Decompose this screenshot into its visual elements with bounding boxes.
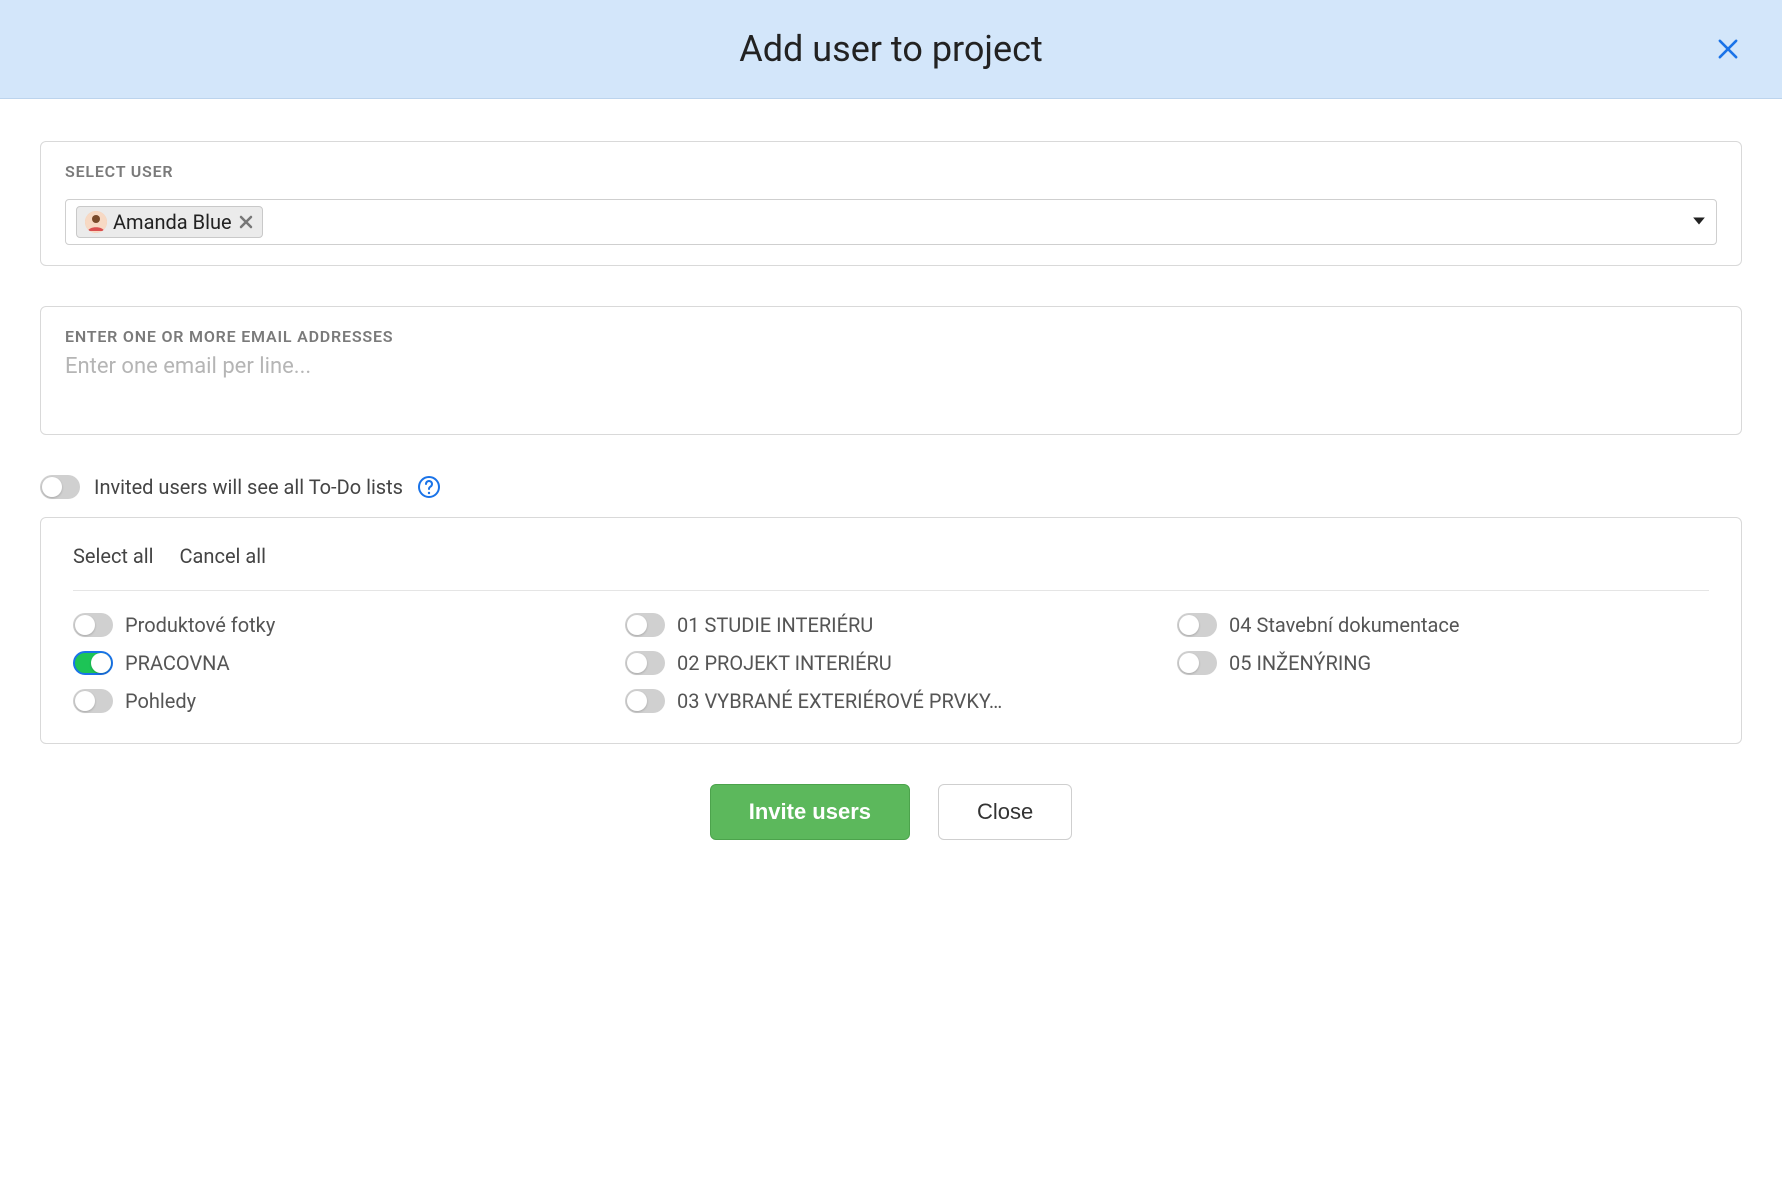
list-item-label: 03 VYBRANÉ EXTERIÉROVÉ PRVKY… [677, 689, 1002, 713]
list-item: 01 STUDIE INTERIÉRU [625, 613, 1157, 637]
close-button[interactable]: Close [938, 784, 1072, 840]
email-textarea[interactable] [65, 354, 1717, 410]
list-item-label: 02 PROJEKT INTERIÉRU [677, 651, 892, 675]
list-item-label: PRACOVNA [125, 651, 230, 675]
select-user-input[interactable]: Amanda Blue [65, 199, 1717, 245]
list-item-label: 05 INŽENÝRING [1229, 651, 1371, 675]
user-chip-name: Amanda Blue [113, 210, 232, 234]
visibility-toggle-row: Invited users will see all To-Do lists [40, 475, 1742, 499]
list-item-label: 01 STUDIE INTERIÉRU [677, 613, 873, 637]
list-item: 05 INŽENÝRING [1177, 651, 1709, 675]
avatar [85, 211, 107, 233]
chevron-down-icon[interactable] [1692, 213, 1706, 232]
select-user-panel: SELECT USER Amanda Blue [40, 141, 1742, 266]
select-all-button[interactable]: Select all [73, 544, 154, 568]
list-item-toggle[interactable] [625, 613, 665, 637]
lists-actions: Select all Cancel all [73, 544, 1709, 591]
list-item-label: Pohledy [125, 689, 196, 713]
list-item-toggle[interactable] [73, 651, 113, 675]
list-item-toggle[interactable] [625, 689, 665, 713]
lists-panel: Select all Cancel all Produktové fotky 01… [40, 517, 1742, 744]
visibility-toggle[interactable] [40, 475, 80, 499]
invite-users-button[interactable]: Invite users [710, 784, 910, 840]
list-item: 03 VYBRANÉ EXTERIÉROVÉ PRVKY… [625, 689, 1157, 713]
list-item-label: 04 Stavební dokumentace [1229, 613, 1459, 637]
modal-header: Add user to project [0, 0, 1782, 99]
list-item: Pohledy [73, 689, 605, 713]
visibility-toggle-label: Invited users will see all To-Do lists [94, 475, 403, 499]
list-item-toggle[interactable] [625, 651, 665, 675]
add-user-modal: Add user to project SELECT USER [0, 0, 1782, 880]
list-item: 04 Stavební dokumentace [1177, 613, 1709, 637]
list-item-toggle[interactable] [1177, 651, 1217, 675]
list-item: Produktové fotky [73, 613, 605, 637]
list-item-toggle[interactable] [1177, 613, 1217, 637]
list-item: PRACOVNA [73, 651, 605, 675]
list-item-toggle[interactable] [73, 689, 113, 713]
cancel-all-button[interactable]: Cancel all [180, 544, 266, 568]
modal-title: Add user to project [739, 28, 1042, 70]
email-panel: ENTER ONE OR MORE EMAIL ADDRESSES [40, 306, 1742, 435]
modal-body: SELECT USER Amanda Blue [0, 99, 1782, 880]
help-icon[interactable] [417, 475, 441, 499]
list-item-label: Produktové fotky [125, 613, 275, 637]
close-icon[interactable] [1714, 35, 1742, 63]
lists-grid: Produktové fotky 01 STUDIE INTERIÉRU 04 St… [73, 613, 1709, 713]
list-item-toggle[interactable] [73, 613, 113, 637]
email-label: ENTER ONE OR MORE EMAIL ADDRESSES [65, 327, 1717, 346]
select-user-label: SELECT USER [65, 162, 1717, 181]
list-item: 02 PROJEKT INTERIÉRU [625, 651, 1157, 675]
remove-chip-icon[interactable] [238, 214, 254, 230]
user-chip: Amanda Blue [76, 206, 263, 238]
modal-footer: Invite users Close [40, 784, 1742, 880]
